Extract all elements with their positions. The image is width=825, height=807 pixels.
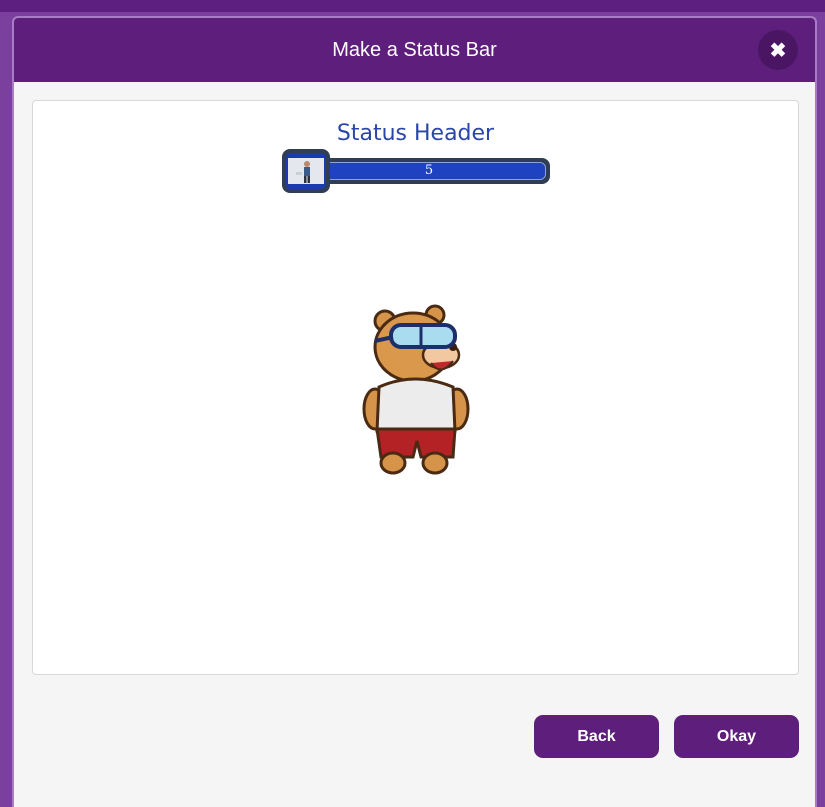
back-button[interactable]: Back xyxy=(534,715,659,758)
backdrop xyxy=(0,0,825,12)
close-icon: ✖ xyxy=(769,39,787,62)
person-thumbnail-icon xyxy=(288,158,324,184)
preview-panel: Status Header 5 xyxy=(32,100,799,675)
okay-button[interactable]: Okay xyxy=(674,715,799,758)
status-header-text: Status Header xyxy=(336,121,495,146)
status-bar-track: 5 xyxy=(312,162,546,180)
close-button[interactable]: ✖ xyxy=(758,30,798,70)
dialog-header: Make a Status Bar ✖ xyxy=(14,18,815,82)
status-icon-frame xyxy=(282,149,330,193)
status-icon-inner xyxy=(286,153,326,189)
status-bar-dialog: Make a Status Bar ✖ Status Header 5 Back… xyxy=(12,16,817,807)
status-bar-value: 5 xyxy=(424,163,434,178)
dialog-title: Make a Status Bar xyxy=(332,39,497,61)
bear-sprite[interactable] xyxy=(355,291,475,481)
